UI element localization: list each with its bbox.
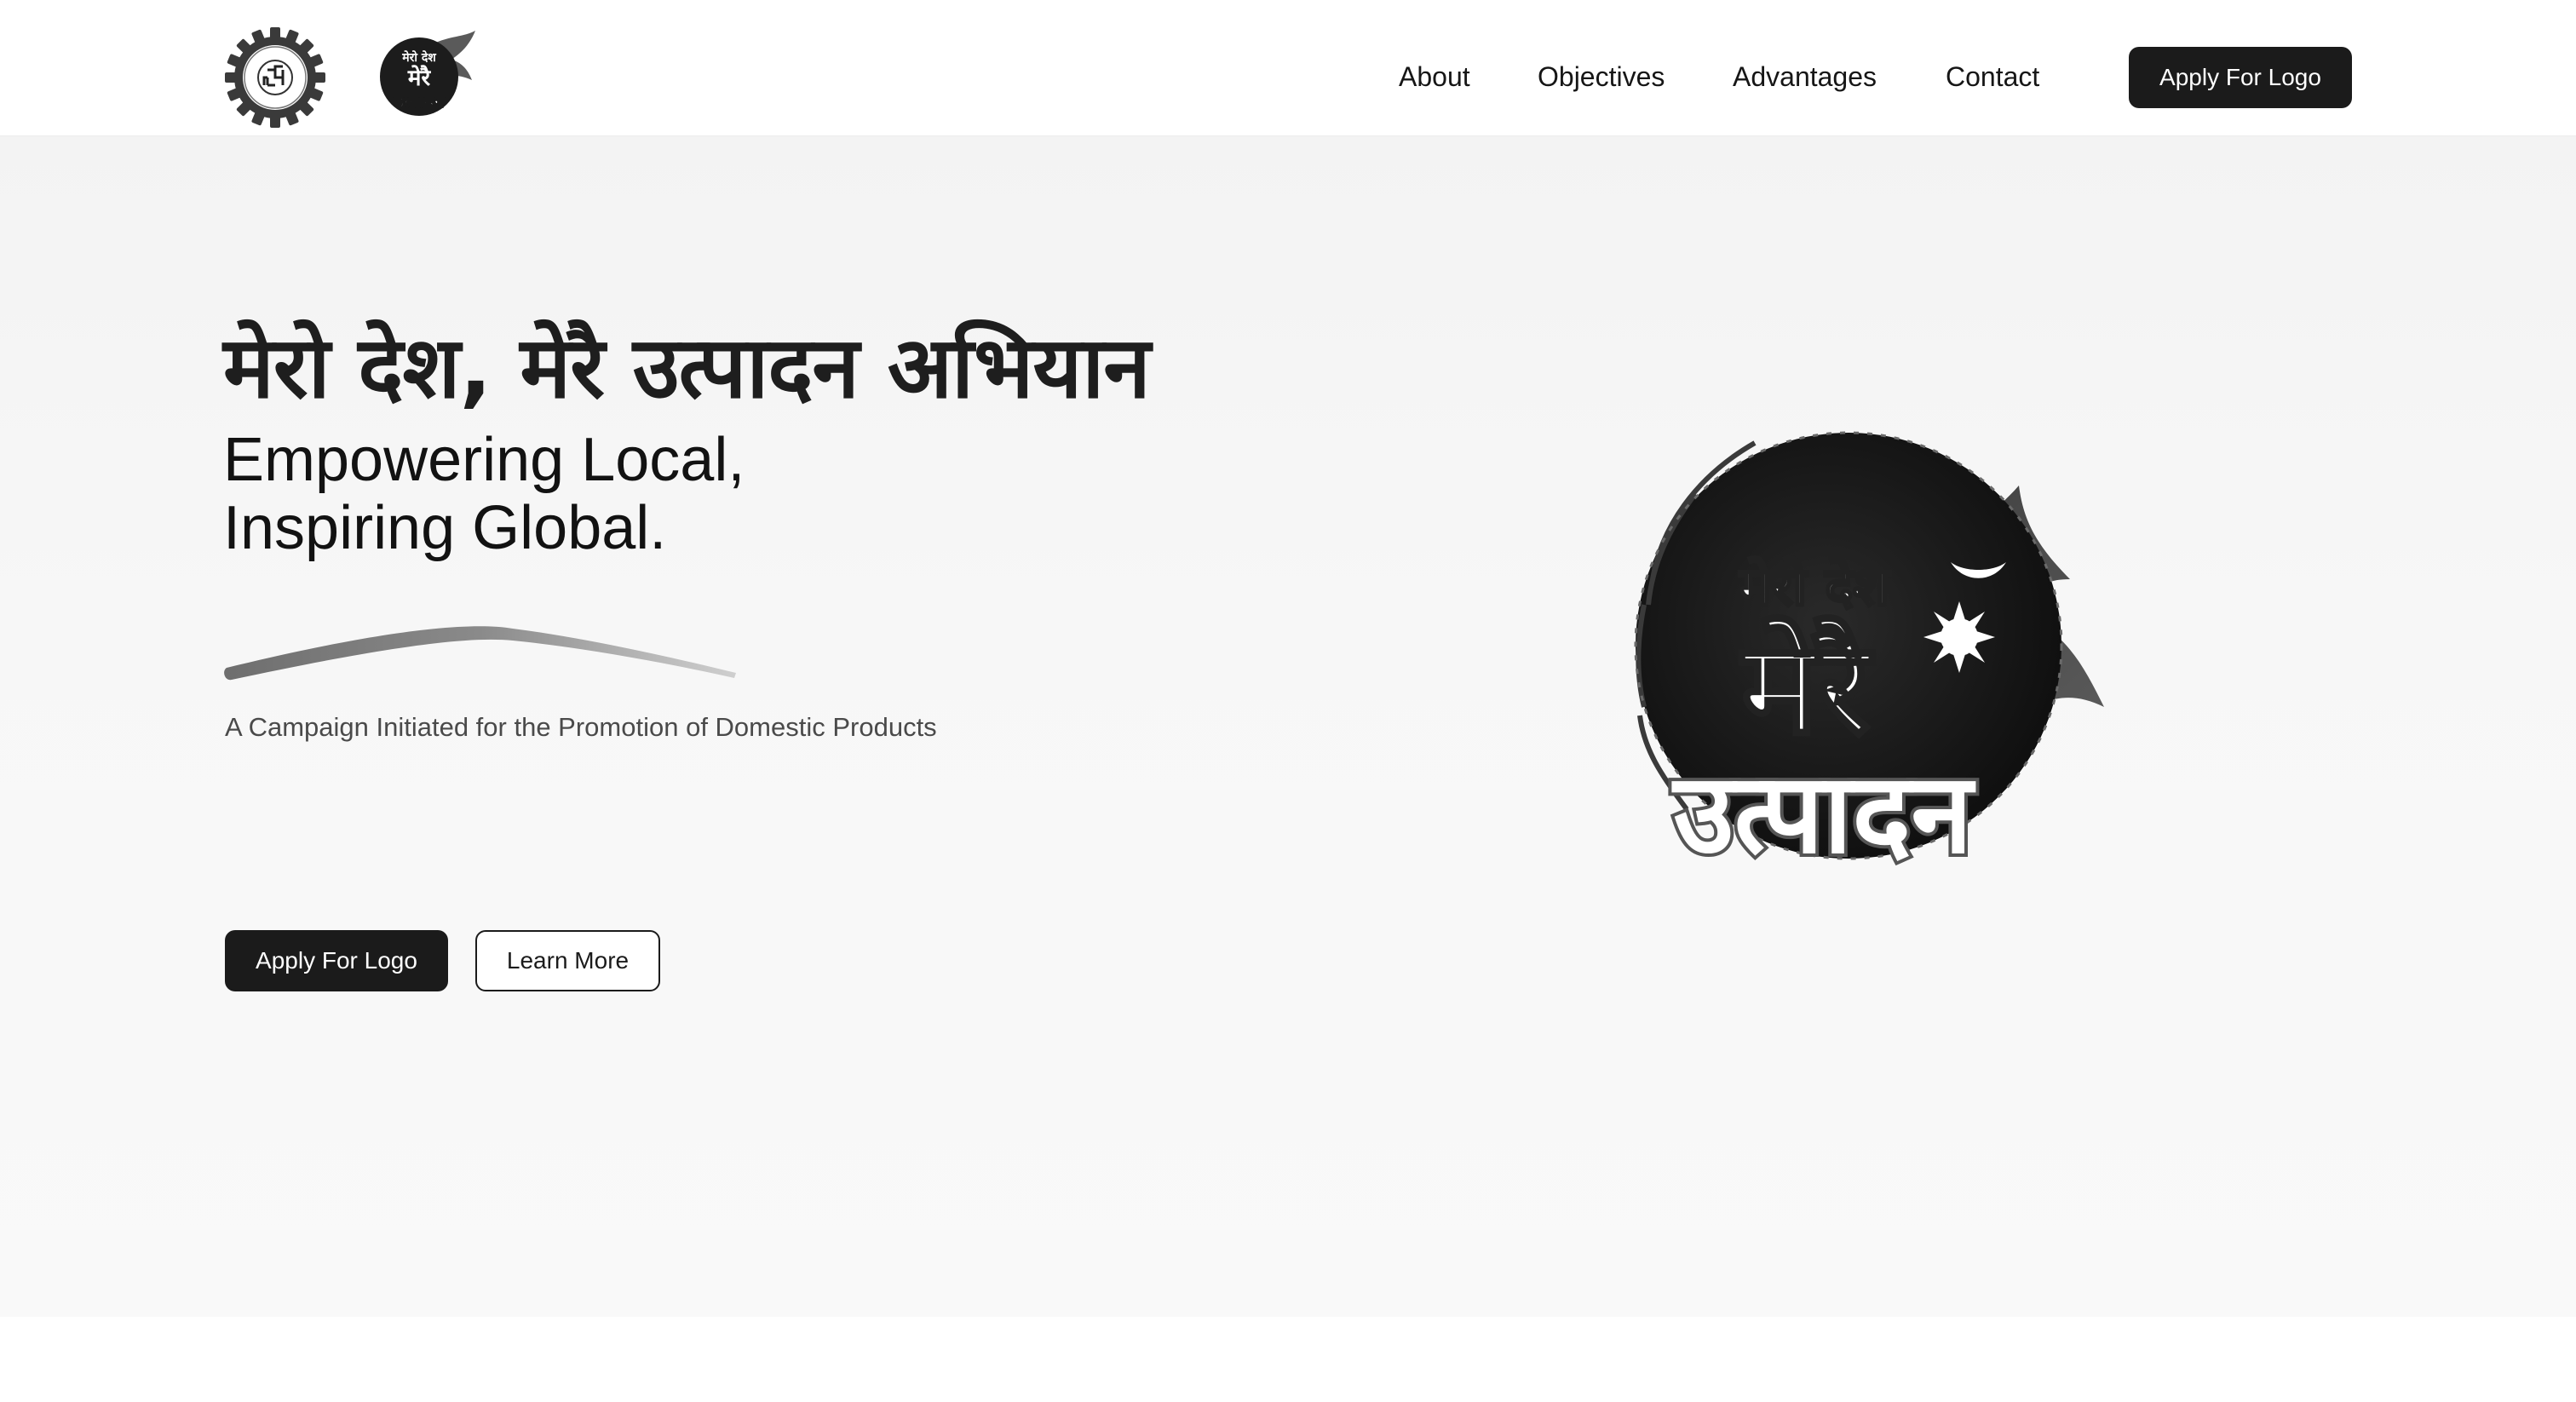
hero-title-line-2: Inspiring Global. [223, 494, 667, 562]
hero-title-english: Empowering Local, Inspiring Global. [223, 426, 745, 562]
nav-advantages[interactable]: Advantages [1733, 56, 1877, 97]
site-header: मेरो देश मेरै उत्पादन About Objectives A… [0, 0, 2576, 136]
hero-logo-text-bottom: उत्पादन [1670, 749, 1975, 878]
header-apply-button[interactable]: Apply For Logo [2129, 47, 2352, 108]
page-bottom [0, 1317, 2576, 1402]
hero-title-nepali: मेरो देश, मेरै उत्पादन अभियान [223, 318, 1151, 417]
hero-logo-text-mid: मेरै [1739, 615, 1874, 763]
campaign-logo-icon[interactable]: मेरो देश मेरै उत्पादन [370, 29, 477, 119]
svg-text:उत्पादन: उत्पादन [393, 91, 445, 112]
hero-title-line-1: Empowering Local, [223, 426, 745, 494]
nav-contact[interactable]: Contact [1946, 56, 2039, 97]
decorative-swoosh [224, 626, 737, 681]
hero-logo-text-top: मेरो देश [1739, 555, 1890, 618]
hero-apply-button[interactable]: Apply For Logo [225, 930, 448, 991]
learn-more-button[interactable]: Learn More [475, 930, 660, 991]
hero-subtitle: A Campaign Initiated for the Promotion o… [225, 712, 937, 742]
nav-about[interactable]: About [1399, 56, 1470, 97]
svg-text:मेरै: मेरै [407, 65, 432, 91]
campaign-hero-logo-icon: मेरो देश मेरै उत्पादन [1634, 431, 2104, 882]
nav-objectives[interactable]: Objectives [1538, 56, 1665, 97]
svg-text:मेरो देश: मेरो देश [401, 50, 436, 65]
gear-emblem-icon[interactable] [223, 26, 327, 129]
